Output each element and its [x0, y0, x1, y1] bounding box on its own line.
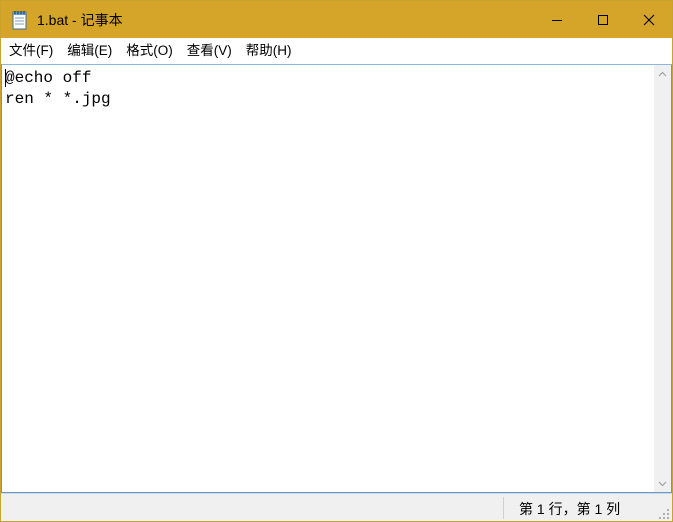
editor-frame: @echo off ren * *.jpg — [1, 64, 672, 493]
close-button[interactable] — [626, 1, 672, 38]
title-bar[interactable]: 1.bat - 记事本 — [1, 1, 672, 38]
notepad-window: 1.bat - 记事本 文件(F) 编辑(E) 格式(O) 查看(V) 帮助(H… — [0, 0, 673, 522]
menu-help[interactable]: 帮助(H) — [238, 38, 296, 64]
menu-bar: 文件(F) 编辑(E) 格式(O) 查看(V) 帮助(H) — [1, 38, 672, 65]
text-caret — [5, 69, 6, 87]
caption-buttons — [534, 1, 672, 38]
scroll-up-button[interactable] — [654, 65, 671, 82]
maximize-button[interactable] — [580, 1, 626, 38]
menu-format[interactable]: 格式(O) — [118, 38, 177, 64]
status-bar: 第 1 行，第 1 列 — [1, 493, 672, 521]
menu-file[interactable]: 文件(F) — [1, 38, 57, 64]
maximize-icon — [598, 14, 608, 25]
cursor-position: 第 1 行，第 1 列 — [519, 501, 621, 517]
minimize-button[interactable] — [534, 1, 580, 38]
chevron-up-icon — [658, 71, 667, 76]
menu-edit[interactable]: 编辑(E) — [59, 38, 116, 64]
editor-line: ren * *.jpg — [5, 90, 111, 108]
editor-line: @echo off — [5, 69, 92, 87]
chevron-down-icon — [658, 481, 667, 486]
notepad-icon — [12, 10, 27, 29]
close-icon — [643, 14, 655, 25]
menu-view[interactable]: 查看(V) — [179, 38, 236, 64]
minimize-icon — [552, 19, 562, 21]
scroll-down-button[interactable] — [654, 475, 671, 492]
status-divider — [503, 497, 504, 519]
window-title: 1.bat - 记事本 — [37, 11, 123, 28]
vertical-scrollbar[interactable] — [654, 65, 671, 492]
text-editor[interactable]: @echo off ren * *.jpg — [2, 65, 653, 492]
resize-grip-icon[interactable] — [658, 508, 670, 520]
